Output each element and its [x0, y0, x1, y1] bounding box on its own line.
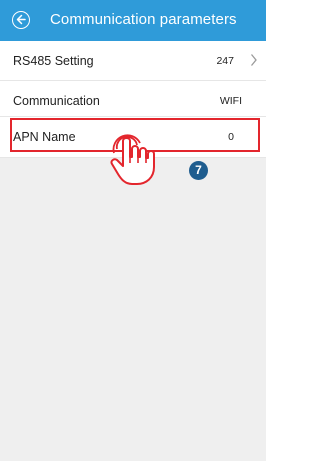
list-item-rs485-setting[interactable]: RS485 Setting 247: [12, 41, 257, 81]
tapping-hand-icon: [107, 133, 187, 192]
list-item-communication[interactable]: Communication WIFI: [12, 81, 254, 121]
title-bar: Communication parameters: [0, 0, 266, 41]
app-screen: Communication parameters RS485 Setting 2…: [0, 0, 266, 461]
page-title: Communication parameters: [50, 11, 237, 28]
back-circle-arrow-icon[interactable]: [12, 11, 30, 29]
step-number-badge: 7: [189, 161, 208, 180]
rs485-setting-label: RS485 Setting: [13, 54, 94, 68]
communication-label: Communication: [13, 94, 100, 108]
rs485-setting-value: 247: [216, 55, 234, 67]
communication-value: WIFI: [219, 95, 242, 107]
chevron-right-icon: [250, 53, 258, 72]
